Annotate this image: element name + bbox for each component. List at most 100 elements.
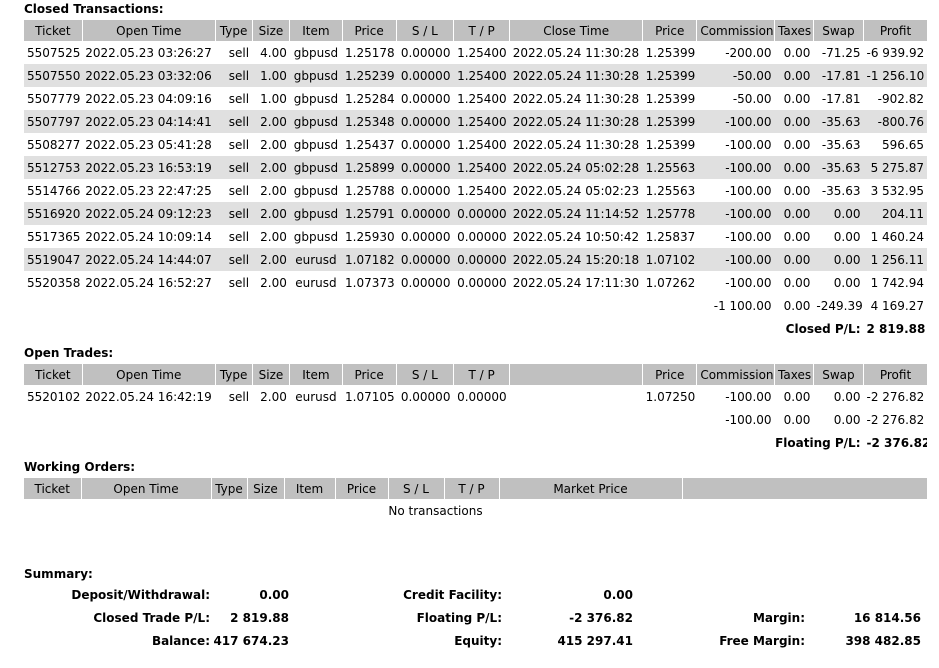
- working-orders-table: Ticket Open Time Type Size Item Price S …: [24, 478, 927, 522]
- table-cell: 0.00000: [396, 202, 454, 225]
- closed-totals-row: -1 100.00 0.00 -249.39 4 169.27: [24, 294, 927, 317]
- table-row: 5512753 2022.05.23 16:53:19 sell 2.00 gbpusd…: [24, 156, 927, 179]
- deposit-value: 0.00: [259, 588, 289, 602]
- col-market-price: Price: [642, 364, 697, 385]
- table-cell: -6 939.92: [866, 45, 925, 60]
- table-row: 5516920 2022.05.24 09:12:23 sell 2.00 gbpusd…: [24, 202, 927, 225]
- table-cell: 2.00: [252, 202, 290, 225]
- table-cell: -902.82: [877, 91, 924, 106]
- table-cell: sell: [215, 156, 253, 179]
- table-cell: -100.00: [725, 183, 772, 198]
- table-cell: gbpusd: [289, 156, 342, 179]
- table-row: 5517365 2022.05.24 10:09:14 sell 2.00 gbpusd…: [24, 225, 927, 248]
- table-cell: 1.25399: [642, 110, 697, 133]
- table-cell: 0.00: [774, 156, 814, 179]
- table-cell: sell: [228, 275, 250, 290]
- table-cell: gbpusd: [289, 110, 342, 133]
- col-size: Size: [251, 20, 290, 41]
- col-close-time: Close Time: [509, 20, 643, 41]
- table-cell: -100.00: [725, 229, 772, 244]
- table-cell: 2022.05.24 11:14:52: [509, 202, 643, 225]
- table-cell: gbpusd: [293, 137, 339, 152]
- closed-total-profit: 4 169.27: [870, 298, 924, 313]
- table-cell: 2022.05.23 22:47:25: [85, 183, 212, 198]
- table-cell: 1 256.11: [863, 248, 927, 271]
- table-cell: 1.07105: [345, 389, 395, 404]
- col-swap: Swap: [812, 20, 864, 41]
- closed-trade-pl-label: Closed Trade P/L:: [93, 611, 210, 625]
- credit-label: Credit Facility:: [403, 588, 502, 602]
- table-cell: 2022.05.24 11:30:28: [512, 45, 640, 60]
- table-cell: 0.00000: [400, 275, 451, 290]
- table-cell: 1.07182: [342, 248, 397, 271]
- table-cell: -17.81: [821, 91, 861, 106]
- table-cell: 5507797: [24, 110, 83, 133]
- table-cell: 2.00: [260, 389, 287, 404]
- table-cell: 2.00: [260, 275, 287, 290]
- table-cell: 1.25399: [645, 137, 696, 152]
- col-tp: T / P: [443, 478, 499, 499]
- table-cell: -50.00: [732, 91, 772, 106]
- table-cell: 2022.05.24 11:30:28: [509, 64, 643, 87]
- table-cell: 2022.05.24 11:30:28: [512, 137, 640, 152]
- col-tp: T / P: [452, 20, 510, 41]
- col-item: Item: [289, 20, 342, 41]
- table-cell: -35.63: [813, 110, 864, 133]
- col-size: Size: [251, 364, 290, 385]
- table-cell: sell: [228, 229, 250, 244]
- summary-row-3: Balance: 417 674.23 Equity: 415 297.41 F…: [24, 630, 927, 653]
- summary-row-2: Closed Trade P/L: 2 819.88 Floating P/L:…: [24, 607, 927, 630]
- table-cell: 2022.05.24 10:09:14: [85, 229, 212, 244]
- col-open-time: Open Time: [81, 364, 216, 385]
- table-cell: 0.00: [783, 137, 811, 152]
- summary-section: Summary: Deposit/Withdrawal: 0.00 Credit…: [24, 564, 927, 653]
- table-cell: 5517365: [27, 229, 81, 244]
- table-cell: 1.25239: [342, 64, 397, 87]
- table-cell: 4.00: [260, 45, 287, 60]
- table-cell: 0.00000: [400, 229, 451, 244]
- col-sl: S / L: [395, 20, 454, 41]
- col-type: Type: [214, 364, 253, 385]
- table-cell: 2022.05.24 15:20:18: [509, 248, 643, 271]
- table-cell: 5508277: [27, 137, 81, 152]
- table-cell: gbpusd: [293, 183, 339, 198]
- table-row: 5507550 2022.05.23 03:32:06 sell 1.00 gbpusd…: [24, 64, 927, 87]
- table-cell: 1.25348: [342, 110, 397, 133]
- table-cell: 2022.05.23 03:32:06: [82, 64, 216, 87]
- table-cell: 1.25400: [457, 91, 507, 106]
- table-cell: 1.25437: [345, 137, 395, 152]
- table-cell: sell: [215, 248, 253, 271]
- table-cell: gbpusd: [293, 229, 339, 244]
- col-ticket: Ticket: [24, 364, 83, 385]
- closed-total-commission: -1 100.00: [713, 298, 772, 313]
- table-cell: 0.00000: [396, 110, 454, 133]
- table-cell: 2022.05.23 04:14:41: [82, 110, 216, 133]
- summary-title: Summary:: [24, 567, 93, 581]
- table-row: 5520358 2022.05.24 16:52:27 sell 2.00 eurusd…: [24, 271, 927, 294]
- col-type: Type: [210, 478, 247, 499]
- table-cell: 0.00000: [400, 389, 451, 404]
- col-swap: Swap: [812, 364, 864, 385]
- col-price: Price: [341, 20, 397, 41]
- table-cell: gbpusd: [289, 64, 342, 87]
- table-cell: 2.00: [260, 183, 287, 198]
- open-total-commission: -100.00: [725, 412, 772, 427]
- closed-transactions-table: Ticket Open Time Type Size Item Price S …: [24, 20, 927, 340]
- col-blank: [681, 478, 927, 499]
- table-row: 5514766 2022.05.23 22:47:25 sell 2.00 gbpusd…: [24, 179, 927, 202]
- table-cell: 2022.05.24 16:52:27: [85, 275, 212, 290]
- table-cell: sell: [215, 202, 253, 225]
- col-profit: Profit: [863, 20, 927, 41]
- table-cell: 1.07102: [642, 248, 697, 271]
- closed-pl-row: Closed P/L: 2 819.88: [24, 317, 927, 340]
- table-cell: -35.63: [813, 156, 864, 179]
- table-cell: 5520358: [27, 275, 81, 290]
- table-cell: 596.65: [882, 137, 924, 152]
- table-cell: 1.25788: [345, 183, 395, 198]
- table-cell: 1.25837: [645, 229, 696, 244]
- open-total-profit: -2 276.82: [866, 412, 925, 427]
- table-cell: 2022.05.24 05:02:23: [512, 183, 640, 198]
- table-cell: -800.76: [863, 110, 927, 133]
- col-commission: Commission: [696, 364, 775, 385]
- col-type: Type: [214, 20, 253, 41]
